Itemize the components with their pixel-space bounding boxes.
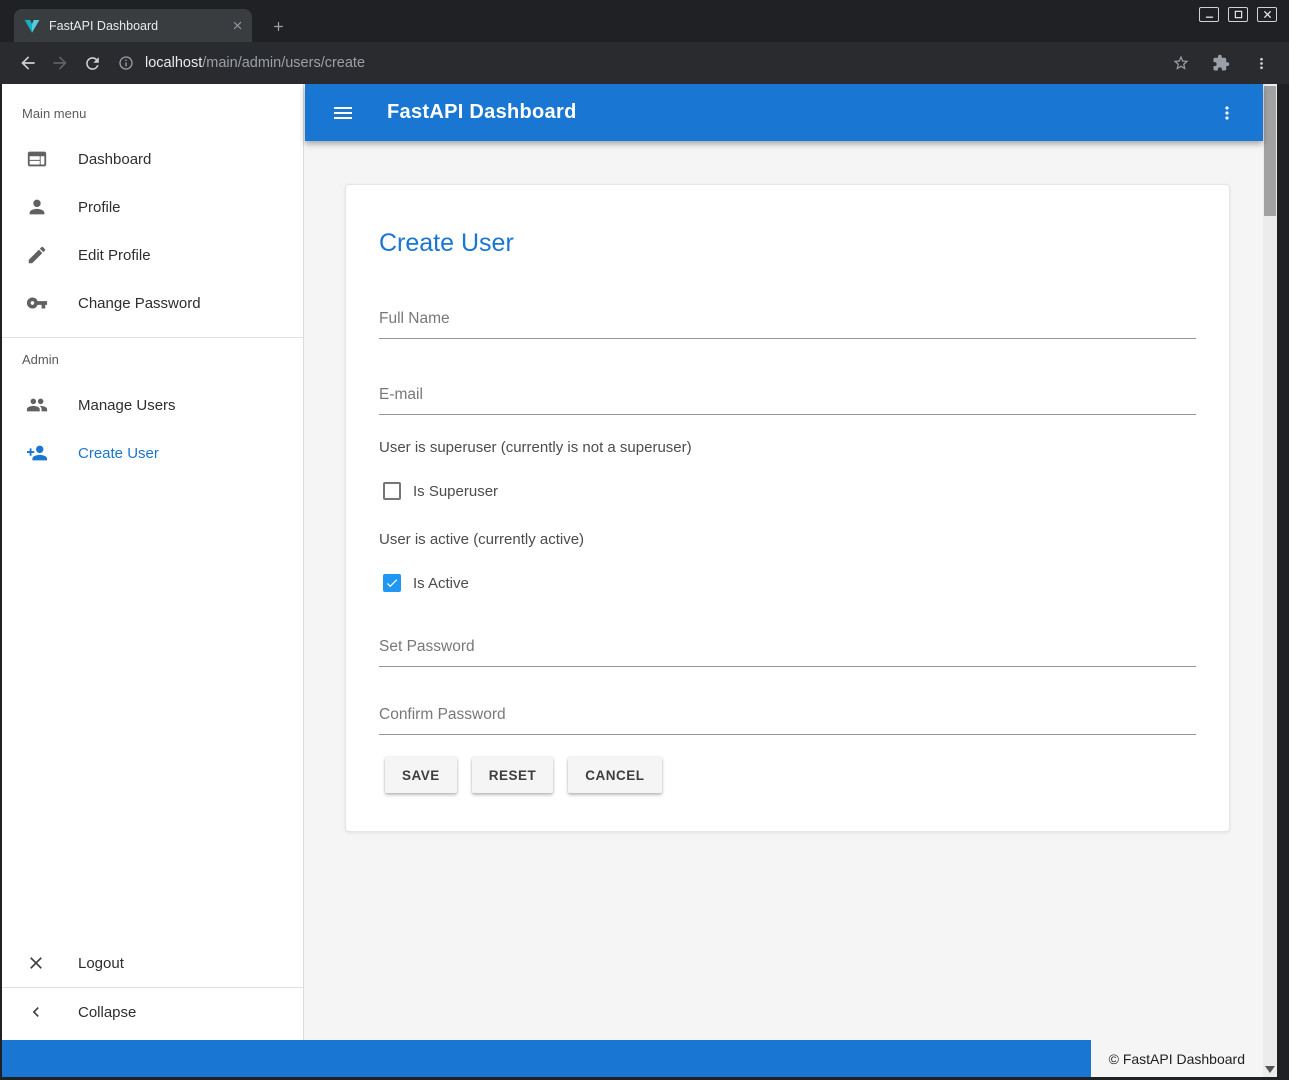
people-icon	[26, 393, 50, 417]
sidebar-item-label: Change Password	[78, 295, 201, 312]
confirm-password-input[interactable]: Confirm Password	[379, 705, 1196, 735]
sidebar-item-change-password[interactable]: Change Password	[2, 279, 303, 327]
sidebar-item-label: Edit Profile	[78, 247, 151, 264]
appbar-kebab-icon[interactable]	[1209, 95, 1245, 131]
dashboard-icon	[26, 147, 50, 171]
email-input[interactable]: E-mail	[379, 385, 1196, 415]
is-superuser-checkbox[interactable]	[383, 482, 401, 500]
sidebar-item-label: Logout	[78, 955, 124, 972]
address-bar[interactable]: localhost/main/admin/users/create	[118, 55, 1165, 71]
browser-tab[interactable]: FastAPI Dashboard	[14, 9, 252, 42]
sidebar-section-admin: Admin	[22, 352, 303, 367]
sidebar-item-label: Manage Users	[78, 397, 176, 414]
is-active-label: Is Active	[413, 575, 469, 592]
extensions-icon[interactable]	[1205, 47, 1237, 79]
browser-toolbar: localhost/main/admin/users/create	[0, 42, 1289, 84]
sidebar: Main menu Dashboard Profile Edit Profile	[2, 84, 304, 1040]
reset-button[interactable]: RESET	[472, 757, 554, 793]
page-title: Create User	[379, 229, 1196, 257]
pencil-icon	[26, 243, 50, 267]
reload-button[interactable]	[76, 47, 108, 79]
sidebar-item-create-user[interactable]: Create User	[2, 429, 303, 477]
active-hint: User is active (currently active)	[379, 531, 1196, 549]
maximize-button[interactable]	[1228, 7, 1248, 22]
is-superuser-checkbox-row[interactable]: Is Superuser	[383, 479, 1196, 503]
footer-bar	[2, 1040, 1091, 1077]
tab-close-icon[interactable]	[231, 19, 244, 32]
browser-menu-icon[interactable]	[1245, 47, 1277, 79]
sidebar-item-edit-profile[interactable]: Edit Profile	[2, 231, 303, 279]
tab-title: FastAPI Dashboard	[49, 19, 231, 33]
is-active-checkbox[interactable]	[383, 574, 401, 592]
is-active-checkbox-row[interactable]: Is Active	[383, 571, 1196, 595]
close-button[interactable]	[1257, 7, 1277, 22]
scrollbar-thumb[interactable]	[1264, 86, 1276, 216]
page-scrollbar[interactable]	[1263, 84, 1277, 1077]
minimize-button[interactable]	[1199, 7, 1219, 22]
sidebar-item-collapse[interactable]: Collapse	[2, 988, 303, 1036]
person-add-icon	[26, 441, 50, 465]
full-name-label: Full Name	[379, 309, 1196, 328]
copyright-text: © FastAPI Dashboard	[1109, 1051, 1245, 1067]
email-label: E-mail	[379, 385, 1196, 404]
page-footer: © FastAPI Dashboard	[2, 1040, 1263, 1077]
sidebar-bottom: Logout Collapse	[2, 939, 303, 1036]
browser-window: FastAPI Dashboard	[0, 0, 1289, 1080]
set-password-label: Set Password	[379, 637, 1196, 656]
app-bar: FastAPI Dashboard	[305, 84, 1263, 141]
create-user-card: Create User Full Name E-mail User is sup…	[345, 184, 1230, 832]
main-area: FastAPI Dashboard Create User Full Name …	[305, 84, 1263, 1040]
sidebar-item-label: Profile	[78, 199, 121, 216]
confirm-password-label: Confirm Password	[379, 705, 1196, 724]
content-area: Create User Full Name E-mail User is sup…	[305, 141, 1263, 1040]
scroll-down-arrow-icon[interactable]	[1265, 1066, 1275, 1073]
sidebar-item-dashboard[interactable]: Dashboard	[2, 135, 303, 183]
sidebar-item-logout[interactable]: Logout	[2, 939, 303, 987]
full-name-input[interactable]: Full Name	[379, 309, 1196, 339]
site-info-icon[interactable]	[118, 55, 134, 71]
form-buttons: SAVE RESET CANCEL	[385, 757, 1196, 793]
window-controls	[1199, 7, 1277, 22]
appbar-title: FastAPI Dashboard	[387, 101, 577, 124]
sidebar-item-label: Dashboard	[78, 151, 151, 168]
footer-copyright-box: © FastAPI Dashboard	[1091, 1040, 1263, 1077]
sidebar-item-label: Create User	[78, 445, 159, 462]
superuser-hint: User is superuser (currently is not a su…	[379, 439, 1196, 457]
toolbar-right	[1165, 47, 1277, 79]
hamburger-menu-icon[interactable]	[325, 95, 361, 131]
chevron-left-icon	[26, 1000, 50, 1024]
person-icon	[26, 195, 50, 219]
vuetify-logo-icon	[24, 18, 40, 34]
page: Main menu Dashboard Profile Edit Profile	[2, 84, 1277, 1077]
is-superuser-label: Is Superuser	[413, 483, 498, 500]
tab-strip: FastAPI Dashboard	[0, 0, 1289, 42]
save-button[interactable]: SAVE	[385, 757, 457, 793]
close-x-icon	[26, 951, 50, 975]
new-tab-button[interactable]	[264, 12, 292, 40]
key-icon	[26, 291, 50, 315]
url-host: localhost	[145, 55, 202, 71]
sidebar-section-main-menu: Main menu	[22, 106, 303, 121]
forward-button[interactable]	[44, 47, 76, 79]
bookmark-star-icon[interactable]	[1165, 47, 1197, 79]
sidebar-divider	[2, 337, 303, 338]
set-password-input[interactable]: Set Password	[379, 637, 1196, 667]
url-path: /main/admin/users/create	[202, 55, 365, 71]
back-button[interactable]	[12, 47, 44, 79]
sidebar-item-label: Collapse	[78, 1004, 136, 1021]
cancel-button[interactable]: CANCEL	[568, 757, 661, 793]
sidebar-item-manage-users[interactable]: Manage Users	[2, 381, 303, 429]
sidebar-item-profile[interactable]: Profile	[2, 183, 303, 231]
